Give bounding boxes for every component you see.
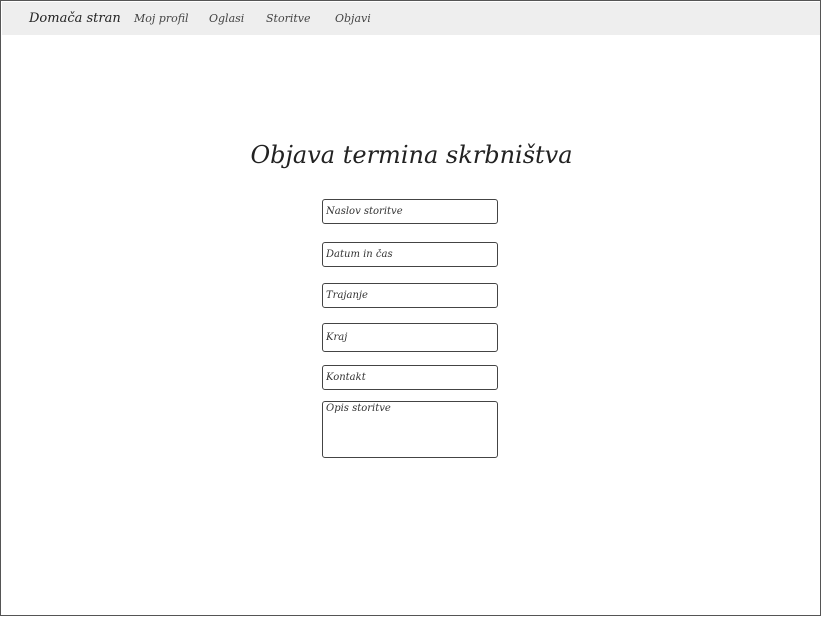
page-title: Objava termina skrbništva <box>250 141 573 169</box>
contact-input[interactable] <box>322 365 498 390</box>
duration-input[interactable] <box>322 283 498 308</box>
page-frame: Domača stran Moj profil Oglasi Storitve … <box>0 0 821 616</box>
location-input[interactable] <box>322 323 498 352</box>
nav-link-oglasi[interactable]: Oglasi <box>209 12 244 25</box>
date-time-input[interactable] <box>322 242 498 267</box>
nav-link-moj-profil[interactable]: Moj profil <box>134 12 189 25</box>
top-navbar: Domača stran Moj profil Oglasi Storitve … <box>2 2 820 35</box>
description-textarea[interactable] <box>322 401 498 458</box>
nav-link-objavi[interactable]: Objavi <box>335 12 371 25</box>
nav-home-link[interactable]: Domača stran <box>29 11 121 26</box>
service-title-input[interactable] <box>322 199 498 224</box>
nav-link-storitve[interactable]: Storitve <box>266 12 311 25</box>
